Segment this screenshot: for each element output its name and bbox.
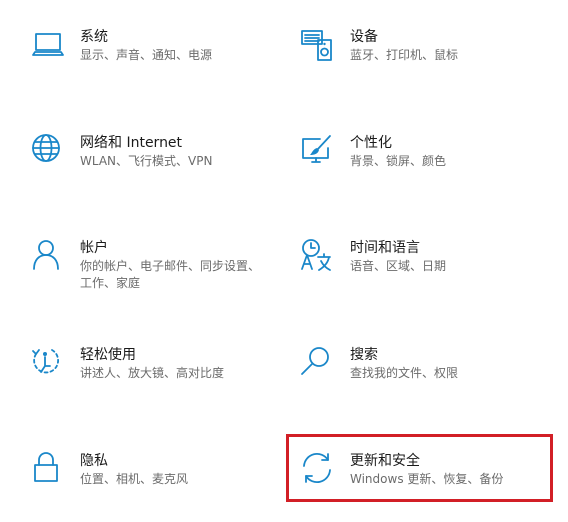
tile-title: 帐户 (80, 240, 108, 256)
tile-description: Windows 更新、恢复、备份 (350, 472, 504, 486)
settings-tile-accounts[interactable]: 帐户 你的帐户、电子邮件、同步设置、工作、家庭 (30, 239, 280, 309)
settings-tile-ease-of-access[interactable]: 轻松使用 讲述人、放大镜、高对比度 (30, 346, 280, 416)
time-language-icon (300, 239, 336, 275)
settings-tile-update-security[interactable]: 更新和安全 Windows 更新、恢复、备份 (300, 452, 550, 522)
settings-tile-privacy[interactable]: 隐私 位置、相机、麦克风 (30, 452, 280, 522)
settings-tile-search[interactable]: 搜索 查找我的文件、权限 (300, 346, 550, 416)
tile-description: 查找我的文件、权限 (350, 366, 459, 380)
tile-title: 搜索 (350, 347, 378, 363)
laptop-icon (30, 28, 66, 64)
ease-of-access-icon (30, 346, 66, 382)
tile-title: 轻松使用 (80, 347, 136, 363)
settings-tile-network[interactable]: 网络和 Internet WLAN、飞行模式、VPN (30, 134, 280, 204)
tile-description: 位置、相机、麦克风 (80, 472, 189, 486)
person-icon (30, 239, 66, 275)
tile-title: 网络和 Internet (80, 135, 183, 151)
tile-title: 更新和安全 (350, 453, 420, 469)
tile-title: 系统 (80, 29, 108, 45)
paint-monitor-icon (300, 134, 336, 170)
tile-description: 语音、区域、日期 (350, 259, 447, 273)
tile-description: 你的帐户、电子邮件、同步设置、工作、家庭 (80, 259, 261, 290)
tile-description: WLAN、飞行模式、VPN (80, 154, 213, 168)
lock-icon (30, 452, 66, 488)
tile-title: 隐私 (80, 453, 108, 469)
keyboard-speaker-icon (300, 28, 336, 64)
settings-tile-system[interactable]: 系统 显示、声音、通知、电源 (30, 28, 280, 98)
settings-tile-time-language[interactable]: 时间和语言 语音、区域、日期 (300, 239, 550, 309)
tile-description: 背景、锁屏、颜色 (350, 154, 447, 168)
settings-tile-personalization[interactable]: 个性化 背景、锁屏、颜色 (300, 134, 550, 204)
settings-tile-devices[interactable]: 设备 蓝牙、打印机、鼠标 (300, 28, 550, 98)
magnifier-icon (300, 346, 336, 382)
sync-arrows-icon (300, 452, 336, 488)
globe-icon (30, 134, 66, 170)
tile-description: 显示、声音、通知、电源 (80, 48, 213, 62)
tile-description: 蓝牙、打印机、鼠标 (350, 48, 459, 62)
tile-description: 讲述人、放大镜、高对比度 (80, 366, 225, 380)
tile-title: 设备 (350, 29, 378, 45)
tile-title: 个性化 (350, 135, 392, 151)
tile-title: 时间和语言 (350, 240, 420, 256)
